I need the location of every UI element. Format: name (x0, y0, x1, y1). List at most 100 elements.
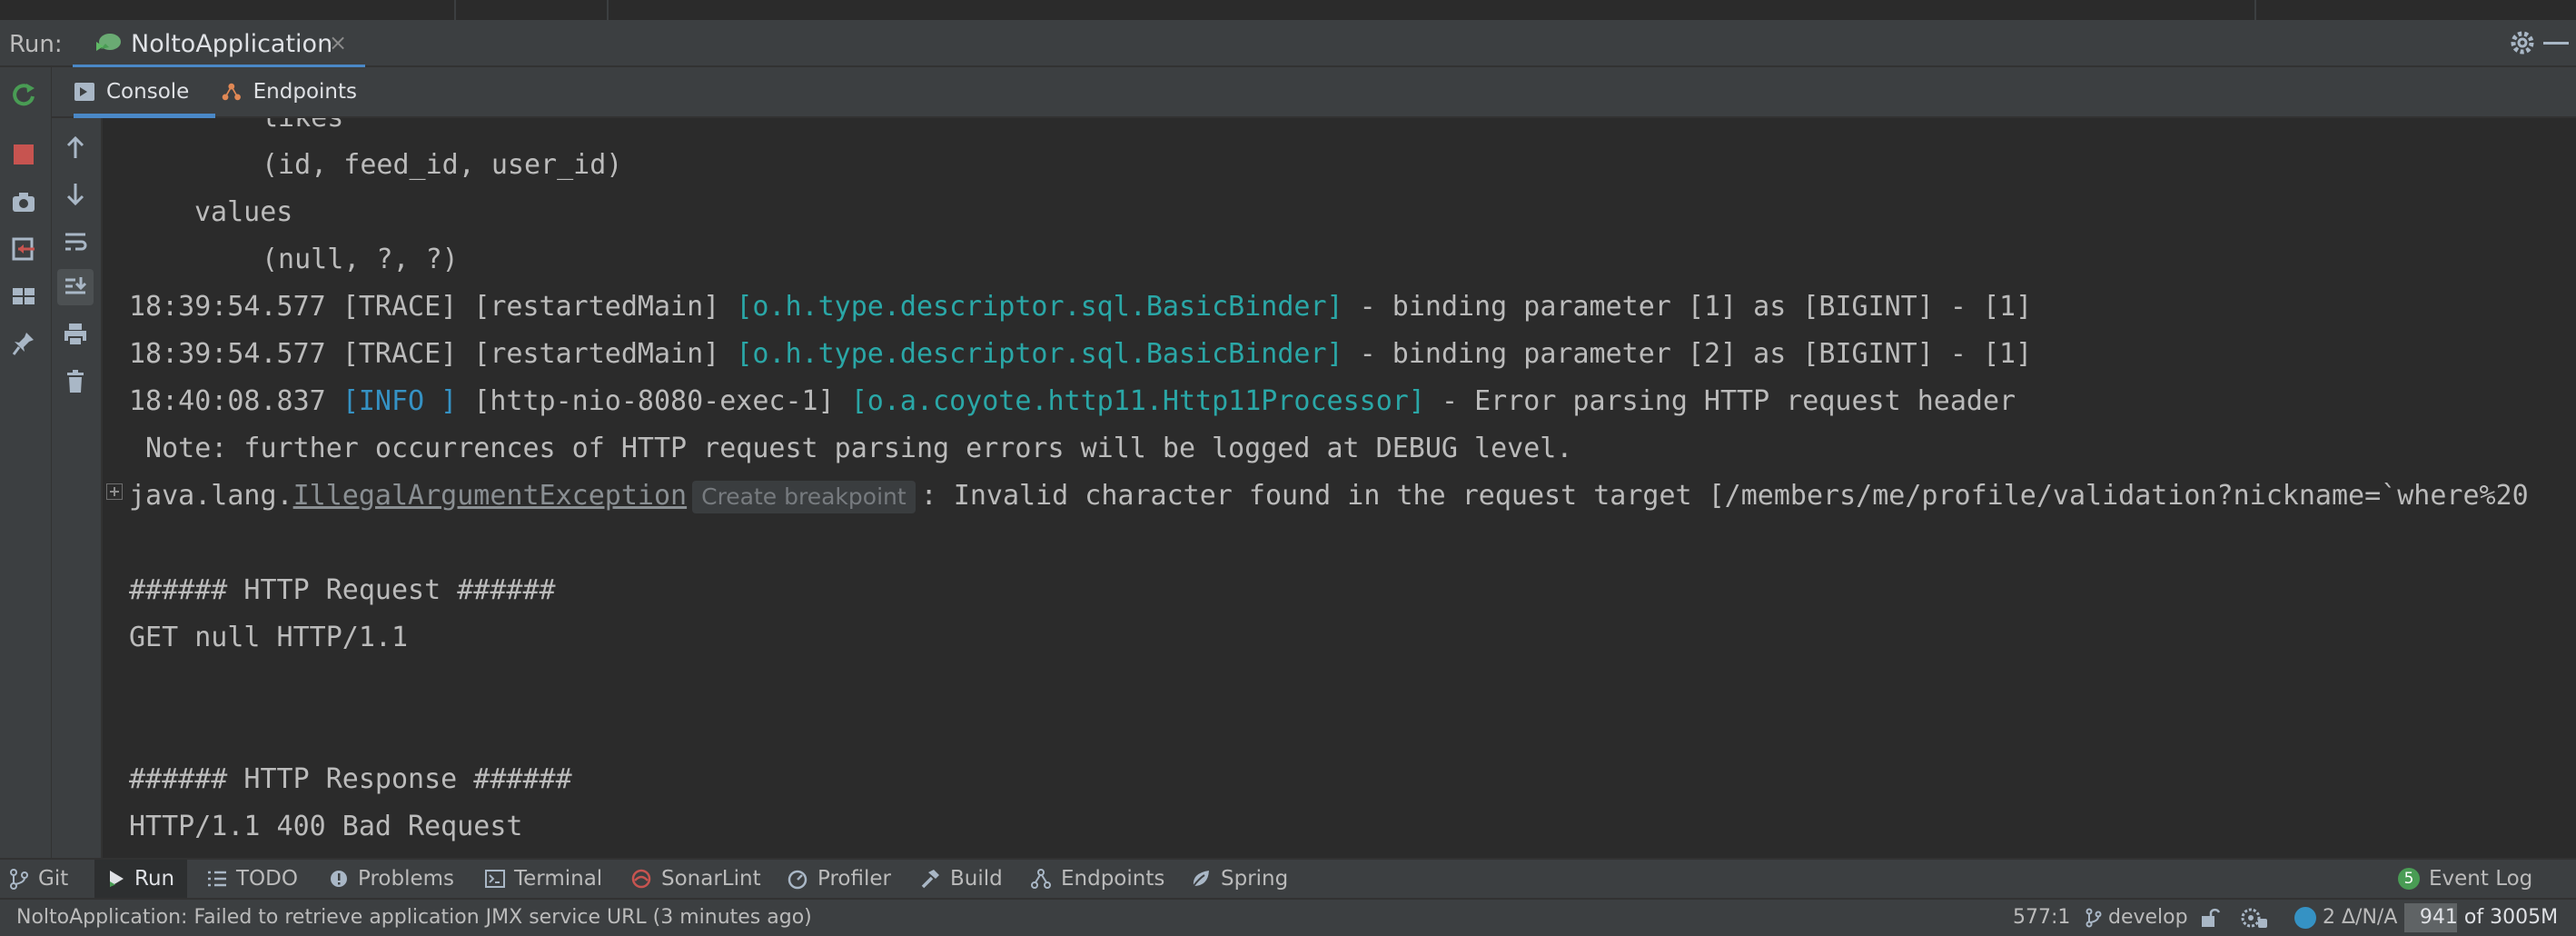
log-level: [INFO ] (342, 385, 458, 417)
tool-window-git[interactable]: Git (9, 860, 68, 898)
scroll-to-end-icon[interactable] (57, 269, 94, 305)
console-line: HTTP/1.1 400 Bad Request (129, 811, 523, 842)
log-line: 18:39:54.577 [TRACE] [restartedMain] [o.… (129, 331, 2032, 378)
list-icon (208, 871, 226, 887)
console-line: ###### HTTP Request ###### (129, 574, 556, 606)
event-log-badge: 5 (2398, 868, 2420, 890)
log-time: 18:40:08.837 (129, 385, 326, 417)
run-tab-nolto-application[interactable]: NoltoApplication × (73, 20, 365, 69)
log-time: 18:39:54.577 (129, 291, 326, 323)
exit-icon[interactable] (5, 231, 42, 267)
editor-tabs-remnant (0, 0, 2576, 20)
arrow-down-icon[interactable] (57, 176, 94, 213)
tool-window-bar: Git Run TODO Problems Terminal SonarLint… (0, 858, 2576, 898)
tab-console[interactable]: Console (74, 67, 215, 118)
log-logger: [o.h.type.descriptor.sql.BasicBinder] (736, 291, 1343, 323)
git-branch-icon (10, 869, 28, 890)
console-line: Note: further occurrences of HTTP reques… (129, 433, 1573, 464)
endpoints-icon (1031, 869, 1051, 889)
exception-message: : Invalid character found in the request… (920, 480, 2529, 512)
layout-icon[interactable] (5, 278, 42, 314)
tool-window-todo[interactable]: TODO (207, 860, 298, 898)
code-with-me-icon[interactable] (2240, 900, 2269, 936)
tool-window-problems[interactable]: Problems (329, 860, 454, 898)
tab-endpoints-label: Endpoints (253, 80, 357, 104)
tool-window-terminal[interactable]: Terminal (485, 860, 602, 898)
caret-position[interactable]: 577:1 (2013, 900, 2070, 936)
close-icon[interactable]: × (329, 30, 347, 55)
status-bar: NoltoApplication: Failed to retrieve app… (0, 898, 2576, 936)
tool-window-endpoints[interactable]: Endpoints (1030, 860, 1164, 898)
log-level: [TRACE] (342, 291, 458, 323)
console-line: (null, ?, ?) (262, 244, 459, 275)
memory-text: 941 of 3005M (2419, 906, 2559, 929)
console-output[interactable]: likes (id, feed_id, user_id) values (nul… (103, 118, 2576, 858)
divider (454, 0, 456, 20)
log-line: 18:40:08.837 [INFO ] [http-nio-8080-exec… (129, 378, 2016, 425)
tool-window-build[interactable]: Build (919, 860, 1003, 898)
tool-window-label: SonarLint (661, 867, 761, 891)
log-message: - Error parsing HTTP request header (1424, 385, 2016, 417)
stop-icon[interactable] (5, 136, 42, 173)
gear-icon[interactable] (2509, 29, 2536, 56)
tool-window-label: Run (134, 867, 175, 891)
branch-name: develop (2108, 906, 2188, 929)
log-line: 18:39:54.577 [TRACE] [restartedMain] [o.… (129, 284, 2032, 331)
run-panel-header: Run: NoltoApplication × (0, 20, 2576, 69)
log-thread: [restartedMain] (473, 291, 720, 323)
log-logger: [o.h.type.descriptor.sql.BasicBinder] (736, 338, 1343, 370)
profiler-icon (788, 870, 807, 890)
console-line: likes (262, 118, 343, 142)
log-thread: [restartedMain] (473, 338, 720, 370)
spring-leaf-icon (1193, 871, 1209, 887)
console-line: ###### HTTP Response ###### (129, 763, 572, 795)
pin-icon[interactable] (5, 325, 42, 362)
tool-window-event-log[interactable]: 5 Event Log (2398, 860, 2532, 898)
run-label: Run: (9, 31, 63, 58)
tool-window-label: TODO (236, 867, 298, 891)
hammer-icon (921, 870, 939, 889)
problems-icon (331, 871, 347, 887)
console-toolbar (52, 118, 103, 858)
tool-window-label: Problems (358, 867, 455, 891)
tool-window-run[interactable]: Run (94, 860, 188, 898)
tool-window-label: Event Log (2429, 867, 2533, 891)
git-branch-icon (2086, 908, 2102, 928)
tool-window-profiler[interactable]: Profiler (787, 860, 891, 898)
tab-endpoints[interactable]: Endpoints (221, 67, 357, 116)
tool-window-sonarlint[interactable]: SonarLint (630, 860, 761, 898)
tool-window-label: Git (38, 867, 69, 891)
unlock-icon[interactable] (2200, 900, 2221, 936)
rerun-icon[interactable] (5, 76, 42, 113)
console-line: values (194, 196, 293, 228)
cs-status-widget[interactable]: 2 Δ/N/A (2294, 900, 2397, 936)
terminal-prompt-icon (74, 83, 94, 101)
run-actions-toolbar (0, 67, 52, 858)
minimize-icon[interactable] (2543, 42, 2569, 45)
run-play-icon (110, 871, 124, 887)
sonarlint-icon (631, 869, 651, 889)
terminal-icon (485, 870, 505, 888)
arrow-up-icon[interactable] (57, 129, 94, 165)
tool-window-label: Spring (1221, 867, 1289, 891)
print-icon[interactable] (57, 316, 94, 353)
tool-window-label: Profiler (817, 867, 891, 891)
log-thread: [http-nio-8080-exec-1] (473, 385, 835, 417)
fold-expand-icon[interactable] (106, 483, 123, 500)
camera-icon[interactable] (5, 184, 42, 220)
memory-indicator[interactable]: 941 of 3005M (2404, 903, 2573, 932)
endpoints-icon (222, 83, 241, 101)
cs-status-text: 2 Δ/N/A (2323, 906, 2398, 929)
tab-console-label: Console (106, 80, 190, 104)
log-message: - binding parameter [2] as [BIGINT] - [1… (1342, 338, 2033, 370)
soft-wrap-icon[interactable] (57, 224, 94, 260)
run-tab-label: NoltoApplication (131, 30, 333, 58)
trash-icon[interactable] (57, 363, 94, 400)
vcs-branch-widget[interactable]: develop (2086, 900, 2188, 936)
divider (607, 0, 609, 20)
tool-window-spring[interactable]: Spring (1190, 860, 1288, 898)
console-line: GET null HTTP/1.1 (129, 622, 409, 653)
create-breakpoint-button[interactable]: Create breakpoint (692, 480, 916, 513)
status-message[interactable]: NoltoApplication: Failed to retrieve app… (16, 900, 812, 936)
exception-class-link[interactable]: IllegalArgumentException (293, 480, 687, 512)
